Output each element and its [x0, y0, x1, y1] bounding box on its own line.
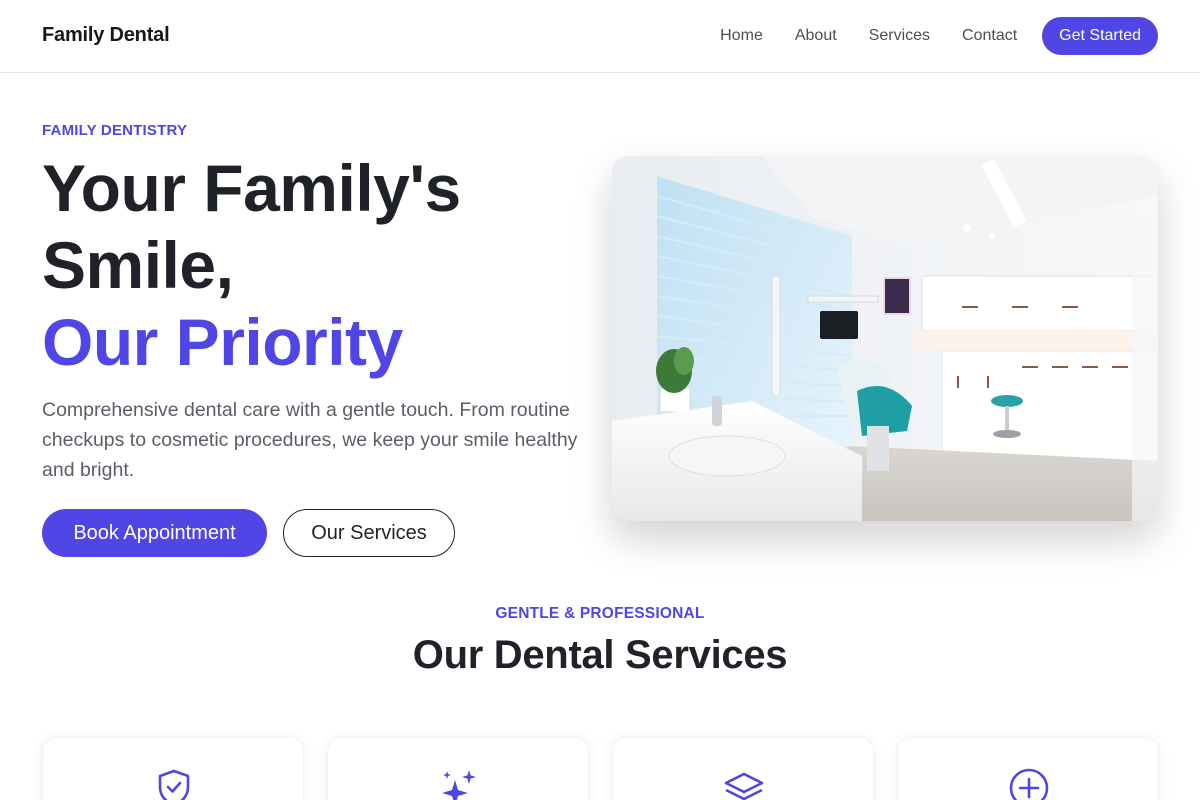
our-services-button[interactable]: Our Services [283, 509, 455, 557]
main-nav: Home About Services Contact Get Started [720, 17, 1158, 55]
hero-description: Comprehensive dental care with a gentle … [42, 399, 578, 481]
hero-eyebrow: FAMILY DENTISTRY [42, 122, 188, 139]
get-started-button[interactable]: Get Started [1042, 17, 1158, 55]
brand-logo[interactable]: Family Dental [42, 24, 170, 47]
hero-title-line2: Smile, [42, 228, 234, 302]
book-appointment-button[interactable]: Book Appointment [42, 509, 267, 557]
nav-home[interactable]: Home [720, 27, 763, 45]
clinic-photo [612, 156, 1158, 521]
service-card[interactable] [612, 737, 874, 800]
services-title: Our Dental Services [412, 633, 788, 677]
plus-circle-icon [1009, 768, 1049, 800]
layers-icon [724, 768, 764, 800]
hero-title-line1: Your Family's [42, 151, 461, 225]
sparkles-icon [439, 768, 479, 800]
services-eyebrow: GENTLE & PROFESSIONAL [495, 605, 705, 622]
service-card[interactable] [897, 737, 1159, 800]
hero-title-accent: Our Priority [42, 305, 403, 379]
shield-check-icon [154, 768, 194, 800]
service-card[interactable] [42, 737, 304, 800]
service-card[interactable] [327, 737, 589, 800]
hero-title: Your Family's Smile, Our Priority [42, 150, 602, 381]
nav-contact[interactable]: Contact [962, 27, 1017, 45]
site-header: Family Dental Home About Services Contac… [0, 0, 1200, 73]
nav-about[interactable]: About [795, 27, 837, 45]
nav-services[interactable]: Services [869, 27, 930, 45]
